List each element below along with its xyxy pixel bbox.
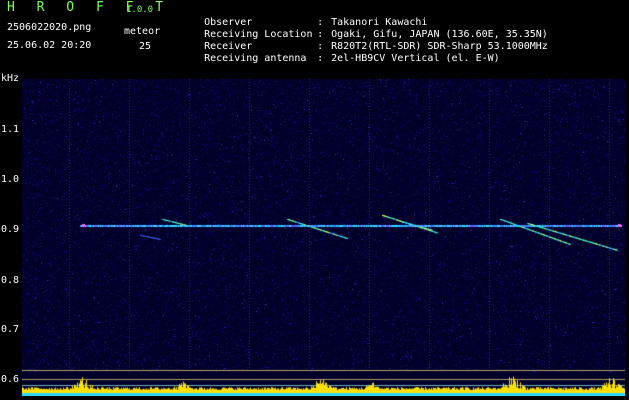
- meteor-count: 25: [139, 41, 152, 52]
- y-tick-0-8: 0.8: [0, 275, 19, 286]
- meteor-label: meteor: [124, 26, 161, 37]
- info-antenna: Receiving antenna:2el-HB9CV Vertical (el…: [180, 41, 500, 77]
- y-tick-0-7: 0.7: [0, 324, 19, 335]
- capture-datetime: 25.06.02 20:20: [7, 40, 92, 51]
- y-tick-1-1: 1.1: [0, 124, 19, 135]
- y-axis-unit: kHz: [1, 73, 20, 84]
- hrofft-screen: H R O F F T 1.0.0 2506022020.png 25.06.0…: [0, 0, 629, 400]
- spectrogram-panel: [22, 79, 625, 396]
- file-name: 2506022020.png: [7, 22, 92, 33]
- y-tick-0-9: 0.9: [0, 224, 19, 235]
- info-value: 2el-HB9CV Vertical (el. E-W): [331, 53, 500, 64]
- info-sep: :: [317, 53, 324, 64]
- y-tick-1-0: 1.0: [0, 174, 19, 185]
- spectrogram-canvas: [22, 79, 625, 396]
- info-key: Receiving antenna: [204, 53, 307, 64]
- app-version: 1.0.0: [126, 5, 154, 15]
- y-tick-0-6: 0.6: [0, 374, 19, 385]
